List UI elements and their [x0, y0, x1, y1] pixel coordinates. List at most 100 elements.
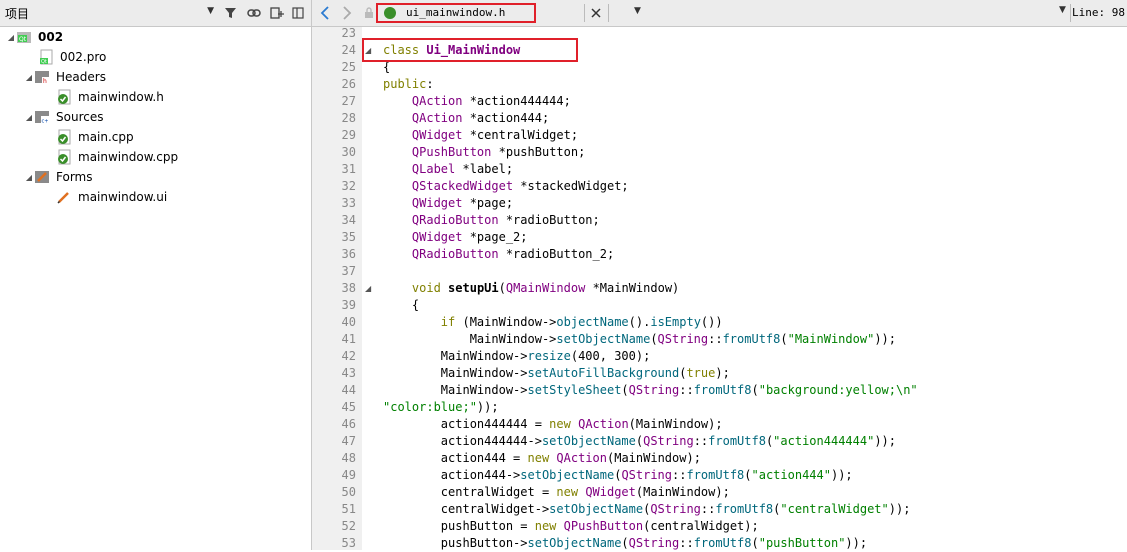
fold-toggle-icon[interactable]: ◢: [365, 280, 371, 297]
code-line[interactable]: void setupUi(QMainWindow *MainWindow): [383, 280, 679, 297]
code-line[interactable]: QWidget *centralWidget;: [383, 127, 578, 144]
code-line[interactable]: action444444 = new QAction(MainWindow);: [383, 416, 723, 433]
cursor-position[interactable]: Line: 98,: [1072, 6, 1127, 19]
line-number: 24: [341, 43, 356, 57]
line-number: 34: [341, 213, 356, 227]
line-number: 48: [341, 451, 356, 465]
line-number: 44: [341, 383, 356, 397]
code-line[interactable]: QRadioButton *radioButton_2;: [383, 246, 614, 263]
tree-item-label: 002: [38, 30, 64, 44]
svg-text:Qt: Qt: [19, 36, 27, 43]
svg-text:h: h: [43, 78, 47, 85]
forward-arrow-icon[interactable]: [338, 4, 356, 22]
tree-item-forms[interactable]: ◢ Forms: [24, 167, 93, 187]
code-line[interactable]: if (MainWindow->objectName().isEmpty()): [383, 314, 723, 331]
project-view-label: 项目: [5, 7, 30, 21]
tree-item-headers[interactable]: ◢ h Headers: [24, 67, 106, 87]
line-number: 41: [341, 332, 356, 346]
collapse-icon[interactable]: ◢: [6, 33, 16, 42]
tree-item-main-cpp[interactable]: main.cpp: [56, 127, 134, 147]
code-line[interactable]: pushButton->setObjectName(QString::fromU…: [383, 535, 867, 552]
code-line[interactable]: "color:blue;"));: [383, 399, 499, 416]
collapse-icon[interactable]: ◢: [24, 173, 34, 182]
tree-item-mainwindow-cpp[interactable]: mainwindow.cpp: [56, 147, 178, 167]
chevron-down-icon: ▼: [207, 6, 214, 16]
tree-item-project[interactable]: ◢ Qt 002: [6, 27, 63, 47]
line-number: 43: [341, 366, 356, 380]
tree-item-label: mainwindow.h: [78, 90, 164, 104]
close-sidebar-icon[interactable]: [289, 4, 307, 22]
split-icon[interactable]: [268, 4, 286, 22]
chevron-down-icon: ▼: [1059, 5, 1066, 15]
project-view-selector[interactable]: 项目 ▼: [2, 3, 216, 22]
back-arrow-icon[interactable]: [316, 4, 334, 22]
line-number: 26: [341, 77, 356, 91]
code-line[interactable]: centralWidget = new QWidget(MainWindow);: [383, 484, 730, 501]
code-line[interactable]: action444444->setObjectName(QString::fro…: [383, 433, 896, 450]
tree-item-label: mainwindow.cpp: [78, 150, 179, 164]
code-line[interactable]: centralWidget->setObjectName(QString::fr…: [383, 501, 911, 518]
code-line[interactable]: QRadioButton *radioButton;: [383, 212, 600, 229]
editor-toolbar: ui_mainwindow.h ▼ ▼ Line: 98,: [312, 0, 1127, 27]
line-number: 23: [341, 26, 356, 40]
cpp-file-icon: [56, 129, 72, 145]
line-number: 40: [341, 315, 356, 329]
separator: [1070, 4, 1071, 22]
link-icon[interactable]: [245, 4, 263, 22]
code-line[interactable]: action444 = new QAction(MainWindow);: [383, 450, 701, 467]
line-number: 25: [341, 60, 356, 74]
line-number: 37: [341, 264, 356, 278]
highlight-box-file: [376, 3, 536, 23]
code-editor: ui_mainwindow.h ▼ ▼ Line: 98, 23 24 25 26 27…: [312, 0, 1127, 550]
code-line[interactable]: QLabel *label;: [383, 161, 513, 178]
sources-folder-icon: c+: [34, 109, 50, 125]
line-number: 52: [341, 519, 356, 533]
tree-item-mainwindow-h[interactable]: mainwindow.h: [56, 87, 164, 107]
line-number: 28: [341, 111, 356, 125]
code-line[interactable]: MainWindow->setObjectName(QString::fromU…: [383, 331, 896, 348]
line-number: 49: [341, 468, 356, 482]
separator: [584, 4, 585, 22]
cpp-file-icon: [56, 149, 72, 165]
svg-text:c+: c+: [42, 119, 49, 125]
svg-text:Qt: Qt: [41, 59, 47, 65]
code-line[interactable]: {: [383, 297, 419, 314]
line-number: 36: [341, 247, 356, 261]
code-line[interactable]: QAction *action444;: [383, 110, 549, 127]
code-line[interactable]: QStackedWidget *stackedWidget;: [383, 178, 629, 195]
collapse-icon[interactable]: ◢: [24, 73, 34, 82]
line-number: 31: [341, 162, 356, 176]
filter-icon[interactable]: [222, 4, 240, 22]
code-line[interactable]: MainWindow->resize(400, 300);: [383, 348, 651, 365]
line-number: 30: [341, 145, 356, 159]
code-line[interactable]: QPushButton *pushButton;: [383, 144, 585, 161]
code-line[interactable]: public:: [383, 76, 434, 93]
line-number: 45: [341, 400, 356, 414]
line-number: 46: [341, 417, 356, 431]
code-line[interactable]: MainWindow->setAutoFillBackground(true);: [383, 365, 730, 382]
collapse-icon[interactable]: ◢: [24, 113, 34, 122]
tree-item-label: Sources: [56, 110, 104, 124]
code-line[interactable]: MainWindow->setStyleSheet(QString::fromU…: [383, 382, 918, 399]
line-number: 53: [341, 536, 356, 550]
highlight-box-class: [362, 38, 578, 62]
code-area[interactable]: class Ui_MainWindow{public: QAction *act…: [379, 27, 1127, 550]
code-line[interactable]: action444->setObjectName(QString::fromUt…: [383, 467, 853, 484]
pro-file-icon: Qt: [38, 49, 54, 65]
code-line[interactable]: pushButton = new QPushButton(centralWidg…: [383, 518, 759, 535]
tree-item-label: mainwindow.ui: [78, 190, 168, 204]
line-number: 50: [341, 485, 356, 499]
fold-margin: ◢ ◢: [362, 27, 379, 550]
code-line[interactable]: QAction *action444444;: [383, 93, 571, 110]
tree-item-pro-file[interactable]: Qt 002.pro: [38, 47, 106, 67]
tree-item-sources[interactable]: ◢ c+ Sources: [24, 107, 104, 127]
code-line[interactable]: QWidget *page_2;: [383, 229, 528, 246]
close-document-icon[interactable]: [587, 4, 605, 22]
code-line[interactable]: QWidget *page;: [383, 195, 513, 212]
tree-item-mainwindow-ui[interactable]: mainwindow.ui: [56, 187, 167, 207]
line-number: 32: [341, 179, 356, 193]
line-number: 51: [341, 502, 356, 516]
tree-item-label: Headers: [56, 70, 106, 84]
line-number: 47: [341, 434, 356, 448]
separator: [608, 4, 609, 22]
